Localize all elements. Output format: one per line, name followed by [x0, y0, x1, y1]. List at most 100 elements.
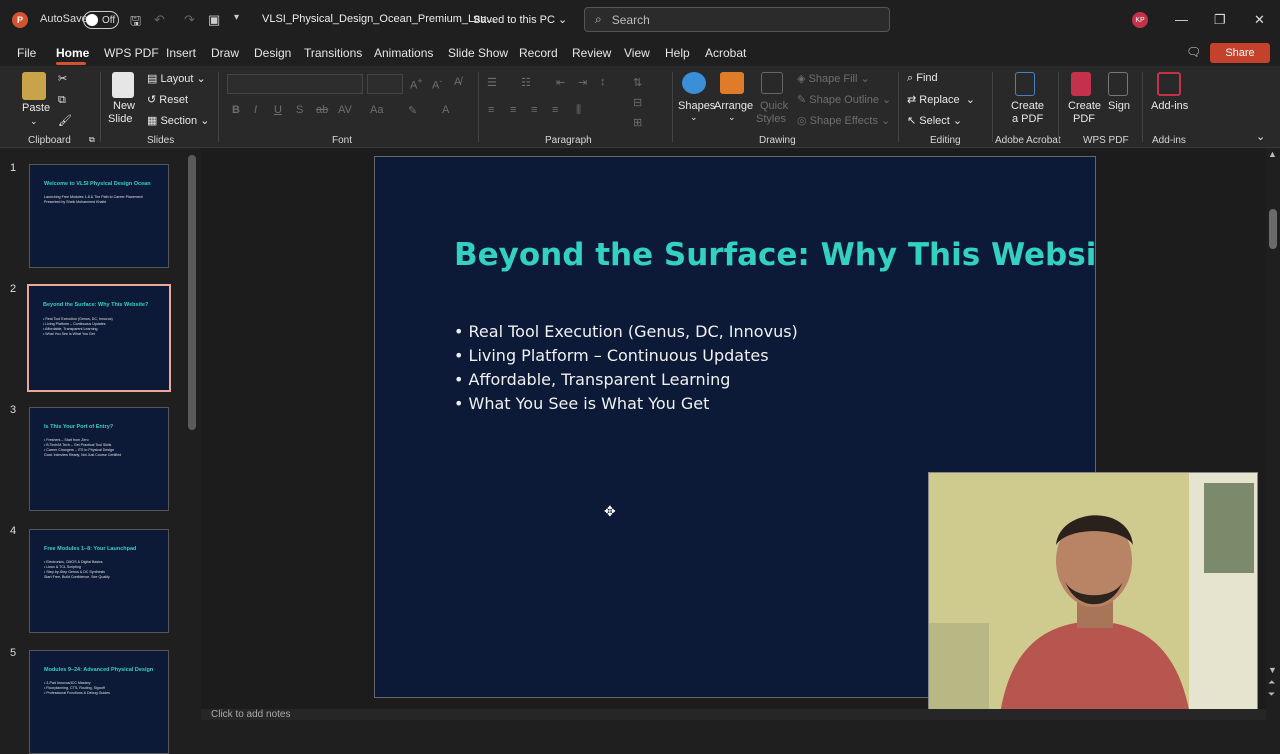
scroll-down-icon[interactable]: ▼	[1268, 665, 1277, 675]
sign-icon[interactable]	[1108, 72, 1128, 96]
tab-view[interactable]: View	[624, 46, 650, 60]
wps-pdf-icon[interactable]	[1071, 72, 1091, 96]
redo-icon[interactable]: ↷	[184, 12, 195, 28]
tab-design[interactable]: Design	[254, 46, 291, 60]
shapes-chevron-icon[interactable]: ⌄	[690, 112, 698, 123]
maximize-icon[interactable]: ❐	[1214, 12, 1226, 28]
ribbon-collapse-icon[interactable]: ⌄	[1256, 130, 1265, 143]
tab-file[interactable]: File	[17, 46, 36, 60]
tab-wps-pdf[interactable]: WPS PDF	[104, 46, 159, 60]
replace-button[interactable]: ⇄ Replace ⌄	[907, 93, 975, 106]
create-pdf-button[interactable]: Create	[1011, 100, 1044, 112]
arrange-icon[interactable]	[720, 72, 744, 94]
new-slide-button-2[interactable]: Slide	[108, 113, 132, 125]
align-center-icon[interactable]: ≡	[510, 104, 516, 116]
slideshow-from-start-icon[interactable]: ▣	[208, 12, 220, 28]
underline-icon[interactable]: U	[274, 104, 282, 116]
tab-help[interactable]: Help	[665, 46, 690, 60]
slide-bullet[interactable]: • Real Tool Execution (Genus, DC, Innovu…	[454, 322, 798, 341]
slide-thumbnail-3[interactable]: Is This Your Port of Entry? • Freshers –…	[29, 407, 169, 511]
sign-button[interactable]: Sign	[1108, 100, 1130, 112]
shape-effects-button[interactable]: ◎ Shape Effects ⌄	[797, 114, 890, 127]
shapes-button[interactable]: Shapes	[678, 100, 715, 112]
font-family-dropdown[interactable]	[227, 74, 363, 94]
quick-styles-button-2[interactable]: Styles	[756, 113, 786, 125]
tab-animations[interactable]: Animations	[374, 46, 433, 60]
shapes-icon[interactable]	[682, 72, 706, 94]
select-button[interactable]: ↖ Select ⌄	[907, 114, 962, 127]
highlight-icon[interactable]: ✎	[408, 104, 417, 117]
shadow-icon[interactable]: S	[296, 104, 303, 116]
arrange-chevron-icon[interactable]: ⌄	[728, 112, 736, 123]
reset-button[interactable]: ↺ Reset	[147, 93, 188, 106]
slide-thumbnail-2[interactable]: Beyond the Surface: Why This Website? • …	[27, 284, 171, 392]
comments-icon[interactable]: 🗨	[1186, 45, 1201, 59]
slide-bullet[interactable]: • What You See is What You Get	[454, 394, 709, 413]
new-slide-button[interactable]: New	[113, 100, 135, 112]
previous-slide-icon[interactable]: ⏶	[1268, 677, 1275, 688]
paste-button[interactable]: Paste	[22, 102, 50, 114]
tab-draw[interactable]: Draw	[211, 46, 239, 60]
search-box[interactable]: ⌕ Search	[584, 7, 890, 32]
shape-fill-button[interactable]: ◈ Shape Fill ⌄	[797, 72, 870, 85]
slide-bullet[interactable]: • Living Platform – Continuous Updates	[454, 346, 769, 365]
numbering-icon[interactable]: ☷	[521, 76, 531, 89]
bold-icon[interactable]: B	[232, 104, 240, 116]
cut-icon[interactable]: ✂	[58, 72, 67, 85]
scroll-up-icon[interactable]: ▲	[1268, 149, 1277, 159]
wps-create-pdf-button[interactable]: Create	[1068, 100, 1101, 112]
quick-styles-icon[interactable]	[761, 72, 783, 94]
tab-transitions[interactable]: Transitions	[304, 46, 362, 60]
avatar[interactable]: KP	[1132, 12, 1148, 28]
font-color-icon[interactable]: A	[442, 104, 449, 116]
create-pdf-button-2[interactable]: a PDF	[1012, 113, 1043, 125]
format-painter-icon[interactable]: 🖌	[58, 114, 72, 127]
increase-indent-icon[interactable]: ⇥	[578, 76, 587, 89]
customize-toolbar-icon[interactable]: ▾	[234, 12, 239, 23]
new-slide-icon[interactable]	[112, 72, 134, 98]
scrollbar-thumb[interactable]	[1269, 209, 1277, 249]
slide-thumbnail-1[interactable]: Welcome to VLSI Physical Design Ocean La…	[29, 164, 169, 268]
change-case-icon[interactable]: Aa	[370, 104, 383, 116]
autosave-toggle[interactable]: Off	[83, 11, 119, 29]
tab-acrobat[interactable]: Acrobat	[705, 46, 746, 60]
char-spacing-icon[interactable]: AV	[338, 104, 352, 116]
tab-review[interactable]: Review	[572, 46, 611, 60]
create-pdf-icon[interactable]	[1015, 72, 1035, 96]
slide-thumbnail-4[interactable]: Free Modules 1–8: Your Launchpad • Elect…	[29, 529, 169, 633]
increase-font-icon[interactable]: A+	[410, 76, 423, 92]
justify-icon[interactable]: ≡	[552, 104, 558, 116]
slide-bullet[interactable]: • Affordable, Transparent Learning	[454, 370, 730, 389]
share-button[interactable]: Share	[1210, 43, 1270, 63]
section-button[interactable]: ▦ Section ⌄	[147, 114, 209, 127]
font-size-dropdown[interactable]	[367, 74, 403, 94]
tab-insert[interactable]: Insert	[166, 46, 196, 60]
slide-title[interactable]: Beyond the Surface: Why This Website?	[454, 237, 1095, 273]
align-right-icon[interactable]: ≡	[531, 104, 537, 116]
thumbnail-scrollbar[interactable]	[188, 155, 196, 430]
copy-icon[interactable]: ⧉	[58, 94, 66, 107]
save-status[interactable]: Saved to this PC ⌄	[473, 13, 567, 26]
align-text-icon[interactable]: ⊟	[633, 96, 642, 109]
minimize-icon[interactable]: —	[1175, 12, 1188, 27]
slide-thumbnail-5[interactable]: Modules 9–24: Advanced Physical Design •…	[29, 650, 169, 754]
text-direction-icon[interactable]: ⇅	[633, 76, 642, 89]
clipboard-launcher-icon[interactable]: ⧉	[89, 135, 95, 145]
find-button[interactable]: ⌕ Find	[907, 72, 938, 85]
undo-icon[interactable]: ↶	[154, 12, 165, 28]
paste-chevron-icon[interactable]: ⌄	[30, 116, 38, 127]
smartart-icon[interactable]: ⊞	[633, 116, 642, 129]
add-ins-icon[interactable]	[1157, 72, 1181, 96]
add-ins-button[interactable]: Add-ins	[1151, 100, 1188, 112]
decrease-indent-icon[interactable]: ⇤	[556, 76, 565, 89]
columns-icon[interactable]: ⫼	[576, 104, 581, 117]
paste-icon[interactable]	[22, 72, 46, 100]
tab-slide-show[interactable]: Slide Show	[448, 46, 508, 60]
document-filename[interactable]: VLSI_Physical_Design_Ocean_Premium_Lau..…	[262, 13, 496, 25]
decrease-font-icon[interactable]: A-	[432, 76, 442, 92]
quick-styles-button[interactable]: Quick	[760, 100, 788, 112]
shape-outline-button[interactable]: ✎ Shape Outline ⌄	[797, 93, 891, 106]
tab-home[interactable]: Home	[56, 46, 89, 60]
italic-icon[interactable]: I	[254, 104, 257, 116]
bullets-icon[interactable]: ☰	[487, 76, 497, 89]
